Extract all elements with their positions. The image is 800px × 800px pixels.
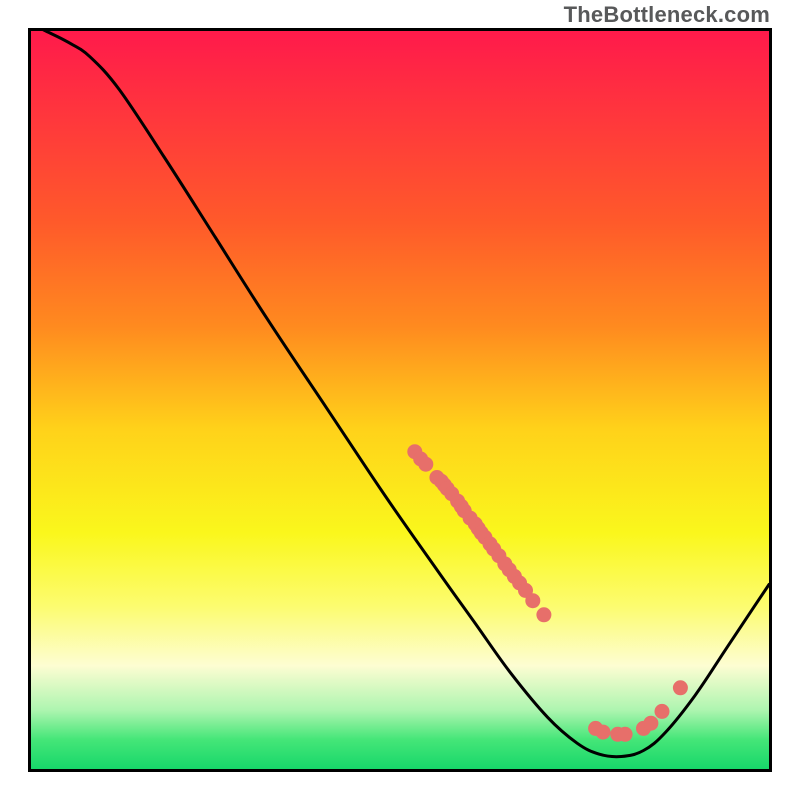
chart-frame: TheBottleneck.com	[0, 0, 800, 800]
plot-area	[28, 28, 772, 772]
chart-svg	[31, 31, 769, 769]
watermark-text: TheBottleneck.com	[564, 2, 770, 28]
